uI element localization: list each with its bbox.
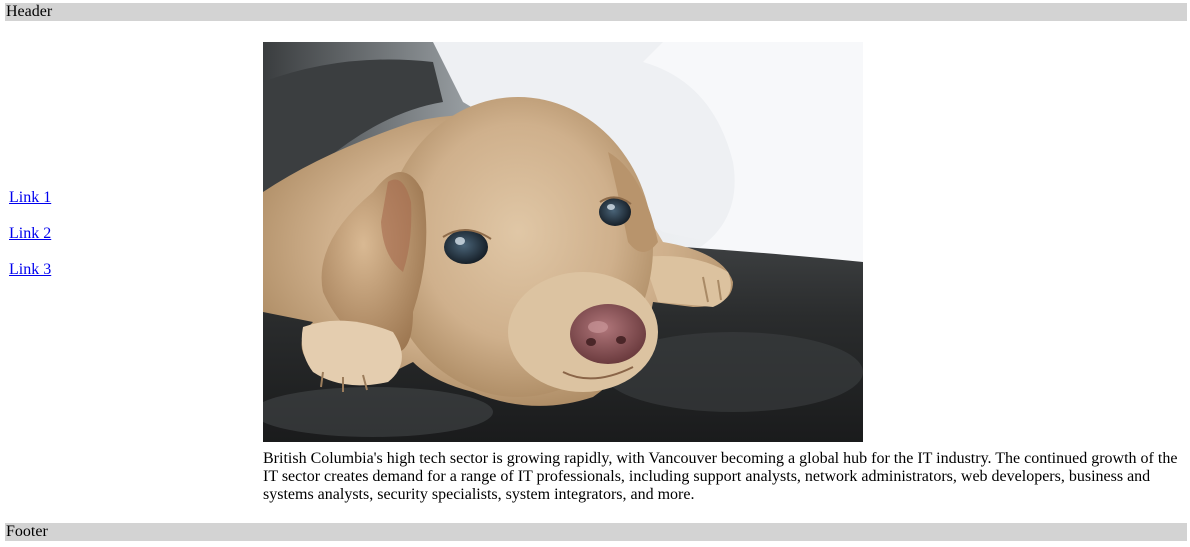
puppy-photo	[263, 42, 863, 442]
nav-link-2[interactable]: Link 2	[9, 225, 51, 243]
sidebar-nav: Link 1 Link 2 Link 3	[9, 189, 51, 297]
nav-link-3[interactable]: Link 3	[9, 261, 51, 279]
page-header: Header	[5, 3, 1187, 21]
page-footer: Footer	[5, 523, 1187, 541]
intro-paragraph: British Columbia's high tech sector is g…	[263, 450, 1178, 503]
nav-link-1[interactable]: Link 1	[9, 189, 51, 207]
